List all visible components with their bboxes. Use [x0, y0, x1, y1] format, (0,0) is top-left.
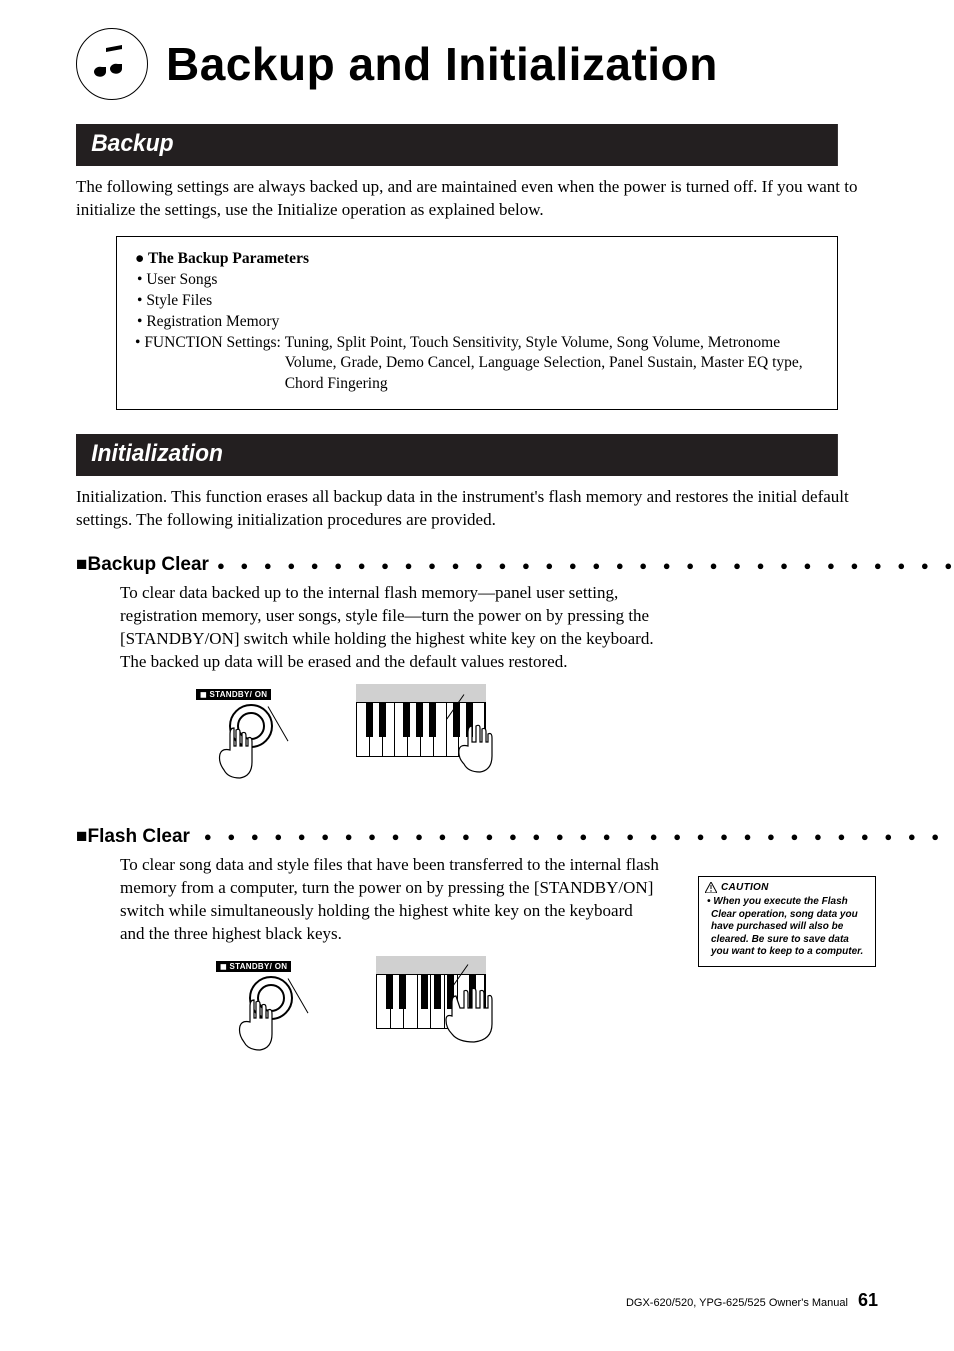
- backup-clear-illustration: ◼ STANDBY/ ON: [196, 684, 878, 804]
- manual-title: DGX-620/520, YPG-625/525 Owner's Manual: [626, 1297, 848, 1309]
- standby-button-diagram: ◼ STANDBY/ ON: [196, 684, 306, 748]
- leader-dots: ● ● ● ● ● ● ● ● ● ● ● ● ● ● ● ● ● ● ● ● …: [204, 830, 954, 843]
- page-footer: DGX-620/520, YPG-625/525 Owner's Manual …: [626, 1290, 878, 1311]
- music-note-icon: [76, 28, 148, 100]
- parameter-function-settings: • FUNCTION Settings: Tuning, Split Point…: [135, 333, 819, 396]
- parameters-header: ● The Backup Parameters: [135, 249, 819, 270]
- caution-header: CAUTION: [705, 882, 869, 893]
- hand-multi-press-icon: [444, 986, 514, 1046]
- caution-box: CAUTION • When you execute the Flash Cle…: [698, 876, 876, 967]
- backup-intro: The following settings are always backed…: [76, 176, 878, 222]
- parameter-item: • User Songs: [135, 270, 819, 291]
- parameter-item: • Style Files: [135, 291, 819, 312]
- keyboard-diagram: [376, 956, 486, 1029]
- hand-press-icon: [454, 722, 504, 777]
- warning-triangle-icon: [705, 882, 717, 893]
- standby-button-diagram: ◼ STANDBY/ ON: [216, 956, 326, 1020]
- standby-on-label: ◼ STANDBY/ ON: [216, 961, 291, 972]
- page-title: Backup and Initialization: [166, 37, 718, 91]
- initialization-intro: Initialization. This function erases all…: [76, 486, 878, 532]
- subheading-flash-clear: ■Flash Clear ● ● ● ● ● ● ● ● ● ● ● ● ● ●…: [76, 826, 878, 848]
- section-heading-initialization: Initialization: [76, 434, 838, 476]
- leader-dots: ● ● ● ● ● ● ● ● ● ● ● ● ● ● ● ● ● ● ● ● …: [217, 559, 954, 572]
- section-heading-backup: Backup: [76, 124, 838, 166]
- hand-press-icon: [210, 724, 260, 784]
- title-row: Backup and Initialization: [76, 28, 878, 100]
- hand-press-icon: [230, 996, 280, 1056]
- keyboard-diagram: [356, 684, 486, 757]
- flash-clear-body: To clear song data and style files that …: [120, 854, 660, 946]
- backup-clear-body: To clear data backed up to the internal …: [120, 582, 660, 674]
- page-number: 61: [858, 1290, 878, 1311]
- subheading-backup-clear: ■Backup Clear ● ● ● ● ● ● ● ● ● ● ● ● ● …: [76, 554, 878, 576]
- caution-body: • When you execute the Flash Clear opera…: [705, 896, 869, 959]
- flash-clear-illustration: ◼ STANDBY/ ON: [216, 956, 878, 1076]
- standby-on-label: ◼ STANDBY/ ON: [196, 689, 271, 700]
- parameter-item: • Registration Memory: [135, 312, 819, 333]
- backup-parameters-box: ● The Backup Parameters • User Songs • S…: [116, 236, 838, 410]
